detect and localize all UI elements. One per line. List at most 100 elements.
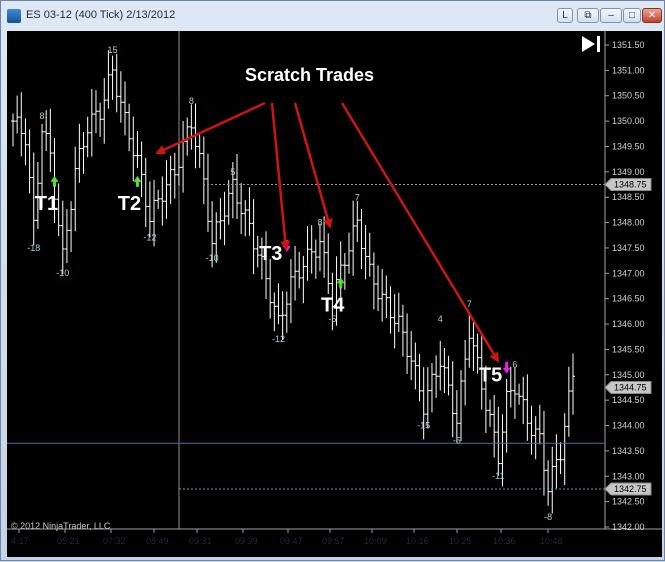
chart-panel[interactable]: 1351.50 1351.00 1350.50 1350.00 1349.50 1349.… <box>7 31 662 557</box>
ohlc-bar <box>147 181 152 238</box>
ohlc-bar <box>218 198 223 240</box>
y-tick-label: 1347.50 <box>612 243 645 253</box>
price-marker: 1348.75 <box>604 178 652 192</box>
ohlc-bar <box>347 232 351 274</box>
x-tick-label: 09:57 <box>322 536 345 546</box>
trade-marker[interactable]: T4 <box>321 277 345 316</box>
chart-window: ES 03-12 (400 Tick) 2/13/2012 L ⧉ – □ ✕ … <box>0 0 665 561</box>
restore-down-button[interactable]: ⧉ <box>577 8 599 23</box>
ohlc-bar <box>566 366 571 437</box>
y-tick-label: 1345.50 <box>612 344 645 354</box>
x-tick-label: 4:17 <box>11 536 29 546</box>
price-marker-label: 1344.75 <box>614 382 647 392</box>
x-tick-label: 08:49 <box>146 536 169 546</box>
y-tick-label: 1350.50 <box>612 91 645 101</box>
swing-label: 8 <box>40 111 45 121</box>
ohlc-bar <box>376 265 381 312</box>
ohlc-bar <box>301 255 306 304</box>
scroll-to-end-icon[interactable] <box>582 36 600 52</box>
ohlc-bar <box>533 416 538 460</box>
annotation-arrow <box>293 102 333 229</box>
trade-label: T1 <box>35 193 58 215</box>
ohlc-bar <box>264 231 269 300</box>
close-button[interactable]: ✕ <box>642 8 662 23</box>
short-entry-arrow-icon <box>502 361 511 374</box>
x-tick-label: 09:47 <box>280 536 303 546</box>
swing-label: -11 <box>492 471 504 481</box>
ohlc-bar <box>313 239 318 279</box>
swing-label: 7 <box>355 192 360 202</box>
x-tick-label: 10:16 <box>406 536 429 546</box>
app-icon <box>7 9 21 23</box>
ohlc-bar <box>23 118 28 166</box>
ohlc-bar <box>467 312 472 368</box>
ohlc-bar <box>363 225 368 280</box>
swing-label: -8 <box>544 512 552 522</box>
ohlc-bar <box>326 233 331 295</box>
trade-label: T3 <box>259 243 282 265</box>
minimize-button[interactable]: – <box>600 8 622 23</box>
ohlc-bar <box>429 363 434 413</box>
ohlc-bar <box>342 253 347 290</box>
ohlc-bar <box>64 209 69 264</box>
ohlc-bar <box>488 399 493 427</box>
ohlc-bar <box>176 142 181 186</box>
x-tick-label: 10:36 <box>493 536 516 546</box>
ohlc-bar <box>247 187 252 236</box>
maximize-button[interactable]: □ <box>623 8 641 23</box>
ohlc-bar <box>537 404 542 445</box>
ohlc-bar <box>280 291 285 341</box>
swing-label: -10 <box>206 253 219 263</box>
ohlc-bar <box>463 339 468 406</box>
y-tick-label: 1347.00 <box>612 268 645 278</box>
trade-marker[interactable]: T5 <box>479 361 511 387</box>
ohlc-bar <box>442 347 447 394</box>
ohlc-bar <box>546 460 551 506</box>
ohlc-bar <box>44 110 49 152</box>
y-tick-label: 1351.50 <box>612 40 645 50</box>
y-tick-label: 1349.00 <box>612 167 645 177</box>
price-marker-label: 1348.75 <box>614 180 647 190</box>
y-tick-label: 1342.50 <box>612 497 645 507</box>
ohlc-bar <box>60 200 65 275</box>
y-tick-label: 1349.50 <box>612 141 645 151</box>
y-tick-label: 1343.00 <box>612 471 645 481</box>
window-title: ES 03-12 (400 Tick) 2/13/2012 <box>26 9 176 21</box>
title-bar[interactable]: ES 03-12 (400 Tick) 2/13/2012 L ⧉ – □ ✕ <box>1 1 664 31</box>
ohlc-bar <box>550 446 555 514</box>
ohlc-bar <box>81 132 86 174</box>
trade-label: T5 <box>479 365 502 387</box>
swing-label: 8 <box>189 96 194 106</box>
trade-marker[interactable]: T2 <box>118 175 142 215</box>
ohlc-bar <box>293 245 298 301</box>
swing-label: 15 <box>108 45 118 55</box>
ohlc-bar <box>504 378 509 453</box>
x-tick-label: 10:09 <box>364 536 387 546</box>
ohlc-bar <box>135 130 140 169</box>
x-tick-label: 10:25 <box>449 536 472 546</box>
ohlc-bar <box>160 176 165 226</box>
log-button[interactable]: L <box>557 8 573 23</box>
swing-label: 6 <box>512 360 517 370</box>
x-tick-label: 09:39 <box>235 536 258 546</box>
ohlc-bar <box>110 55 115 100</box>
long-entry-arrow-icon <box>336 277 345 289</box>
ohlc-bar <box>446 355 451 396</box>
price-marker: 1344.75 <box>604 380 652 394</box>
x-tick-label: 07:32 <box>103 536 126 546</box>
ohlc-bar <box>139 141 144 198</box>
ohlc-bar <box>143 157 148 228</box>
ohlc-bar <box>521 376 526 425</box>
y-tick-label: 1351.00 <box>612 65 645 75</box>
ohlc-bar <box>114 53 119 113</box>
ohlc-bar <box>11 113 15 147</box>
ohlc-bar <box>409 331 414 381</box>
ohlc-bar <box>322 216 327 278</box>
x-tick-label: 10:48 <box>540 536 563 546</box>
ohlc-bar <box>48 108 53 173</box>
price-chart[interactable]: 1351.50 1351.00 1350.50 1350.00 1349.50 1349.… <box>7 31 662 557</box>
swing-label: -18 <box>27 243 40 253</box>
ohlc-bar <box>438 340 443 391</box>
ohlc-bar <box>98 102 103 137</box>
ohlc-bar <box>384 275 389 319</box>
